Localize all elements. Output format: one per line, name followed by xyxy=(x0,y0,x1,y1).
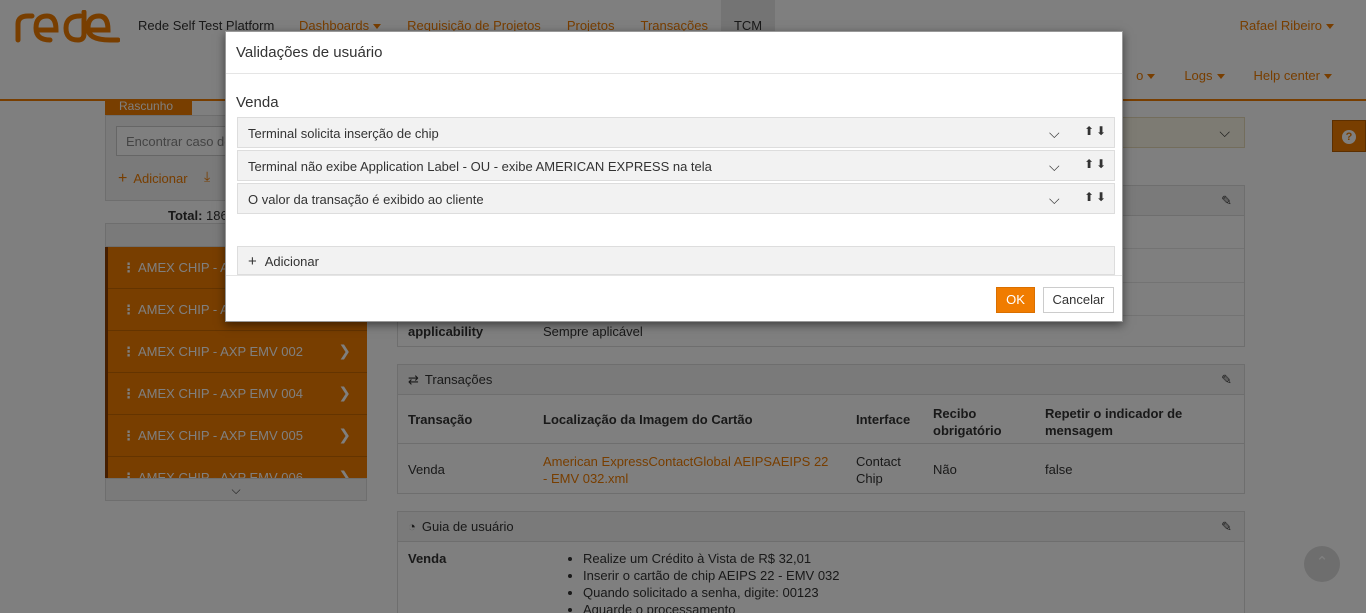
user-validations-modal: Validações de usuário Venda Terminal sol… xyxy=(225,31,1123,322)
validation-text: O valor da transação é exibido ao client… xyxy=(248,192,484,207)
validation-text: Terminal solicita inserção de chip xyxy=(248,126,439,141)
reorder-arrows-icon[interactable]: ⬆⬇ xyxy=(1084,157,1108,171)
modal-footer: OK Cancelar xyxy=(226,275,1122,322)
reorder-arrows-icon[interactable]: ⬆⬇ xyxy=(1084,190,1108,204)
section-title: Venda xyxy=(236,94,279,111)
cancel-button[interactable]: Cancelar xyxy=(1043,287,1114,313)
plus-icon: + xyxy=(248,253,257,270)
chevron-down-icon[interactable]: ⌵ xyxy=(1049,125,1060,142)
modal-title: Validações de usuário xyxy=(226,32,1122,74)
validation-text: Terminal não exibe Application Label - O… xyxy=(248,159,712,174)
reorder-arrows-icon[interactable]: ⬆⬇ xyxy=(1084,124,1108,138)
chevron-down-icon[interactable]: ⌵ xyxy=(1049,191,1060,208)
validation-item[interactable]: O valor da transação é exibido ao client… xyxy=(237,183,1115,214)
ok-button[interactable]: OK xyxy=(996,287,1035,313)
validation-item[interactable]: Terminal não exibe Application Label - O… xyxy=(237,150,1115,181)
validation-item[interactable]: Terminal solicita inserção de chip ⌵ ⬆⬇ xyxy=(237,117,1115,148)
chevron-down-icon[interactable]: ⌵ xyxy=(1049,158,1060,175)
add-validation-button[interactable]: + Adicionar xyxy=(237,246,1115,275)
